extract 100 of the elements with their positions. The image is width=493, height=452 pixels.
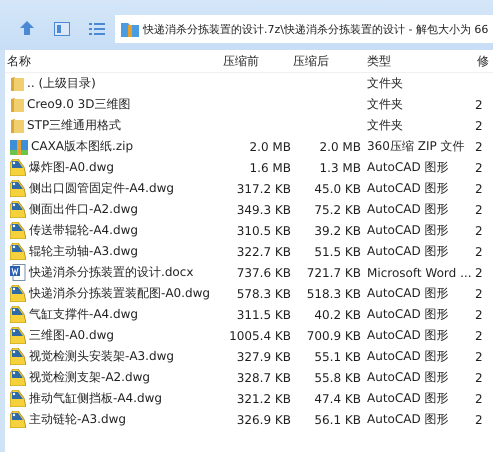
packed-size-cell: 51.5 KB (314, 244, 361, 258)
type-cell: AutoCAD 图形 (367, 244, 449, 258)
size-cell: 326.9 KB (236, 412, 291, 426)
modified-cell: 2 (475, 328, 483, 342)
size-cell: 311.5 KB (236, 308, 291, 322)
drawing-file-icon (10, 390, 26, 407)
file-name[interactable]: .. (上级目录) (27, 75, 96, 92)
type-cell: 360压缩 ZIP 文件 (367, 139, 465, 153)
drawing-file-icon (10, 159, 26, 176)
packed-size-cell: 55.8 KB (314, 370, 361, 384)
modified-cell: 2 (475, 412, 483, 426)
address-path: 快递消杀分拣装置的设计.7z\快递消杀分拣装置的设计 - 解包大小为 66 (143, 22, 488, 36)
file-name[interactable]: 三维图-A0.dwg (29, 327, 114, 344)
list-view-icon[interactable] (89, 22, 105, 36)
file-name[interactable]: 快递消杀分拣装置装配图-A0.dwg (29, 285, 210, 302)
file-name[interactable]: Creo9.0 3D三维图 (27, 96, 131, 113)
column-header[interactable]: 压缩前 (221, 52, 291, 70)
size-cell: 322.7 KB (236, 244, 291, 258)
packed-size-cell: 518.3 KB (306, 286, 361, 300)
type-cell: 文件夹 (367, 118, 403, 132)
modified-cell: 2 (475, 118, 483, 132)
file-name[interactable]: 视觉检测头安装架-A3.dwg (29, 348, 174, 365)
type-cell: 文件夹 (367, 76, 403, 90)
file-name[interactable]: 侧出口圆管固定件-A4.dwg (29, 180, 174, 197)
file-name[interactable]: STP三维通用格式 (27, 117, 122, 134)
modified-cell: 2 (475, 370, 483, 384)
packed-size-cell: 56.1 KB (314, 412, 361, 426)
type-cell: 文件夹 (367, 97, 403, 111)
folder-icon (10, 118, 24, 134)
packed-size-cell: 1.3 MB (320, 160, 361, 174)
size-cell: 737.6 KB (236, 266, 291, 280)
column-header[interactable]: 类型 (361, 52, 475, 70)
file-name[interactable]: 辊轮主动轴-A3.dwg (29, 243, 138, 260)
drawing-file-icon (10, 348, 26, 365)
file-name[interactable]: 气缸支撑件-A4.dwg (29, 306, 138, 323)
column-header[interactable]: 名称 (5, 52, 221, 70)
drawing-file-icon (10, 285, 26, 302)
size-cell: 310.5 KB (236, 224, 291, 238)
modified-cell: 2 (475, 182, 483, 196)
file-name[interactable]: 爆炸图-A0.dwg (29, 159, 114, 176)
modified-cell: 2 (475, 266, 483, 280)
type-cell: AutoCAD 图形 (367, 370, 449, 384)
modified-cell: 2 (475, 286, 483, 300)
modified-cell: 2 (475, 140, 483, 154)
modified-cell: 2 (475, 224, 483, 238)
drawing-file-icon (10, 222, 26, 239)
packed-size-cell: 700.9 KB (306, 328, 361, 342)
archive-icon (121, 21, 139, 37)
type-cell: AutoCAD 图形 (367, 391, 449, 405)
drawing-file-icon (10, 180, 26, 197)
type-cell: AutoCAD 图形 (367, 328, 449, 342)
packed-size-cell: 2.0 MB (320, 140, 361, 154)
modified-cell: 2 (475, 98, 483, 112)
drawing-file-icon (10, 201, 26, 218)
file-name[interactable]: 视觉检测支架-A2.dwg (29, 369, 150, 386)
drawing-file-icon (10, 411, 26, 428)
archive-icon (10, 138, 28, 154)
drawing-file-icon (10, 327, 26, 344)
file-name[interactable]: 传送带辊轮-A4.dwg (29, 222, 138, 239)
panel-view-icon[interactable] (54, 22, 70, 36)
column-header[interactable]: 压缩后 (291, 52, 361, 70)
drawing-file-icon (10, 306, 26, 323)
packed-size-cell: 45.0 KB (314, 182, 361, 196)
up-arrow-icon[interactable] (19, 20, 35, 36)
size-cell: 2.0 MB (250, 140, 291, 154)
type-cell: AutoCAD 图形 (367, 349, 449, 363)
address-bar[interactable]: 快递消杀分拣装置的设计.7z\快递消杀分拣装置的设计 - 解包大小为 66 (115, 15, 493, 43)
packed-size-cell: 55.1 KB (314, 350, 361, 364)
modified-cell: 2 (475, 392, 483, 406)
file-name[interactable]: 主动链轮-A3.dwg (29, 411, 126, 428)
type-cell: AutoCAD 图形 (367, 202, 449, 216)
column-header[interactable]: 修 (475, 52, 493, 70)
folder-icon (10, 96, 24, 112)
file-name[interactable]: 推动气缸侧挡板-A4.dwg (29, 390, 162, 407)
size-cell: 328.7 KB (236, 370, 291, 384)
folder-icon (10, 76, 24, 92)
word-document-icon (10, 264, 26, 281)
type-cell: AutoCAD 图形 (367, 223, 449, 237)
file-name[interactable]: 侧面出件口-A2.dwg (29, 201, 138, 218)
packed-size-cell: 75.2 KB (314, 202, 361, 216)
file-name[interactable]: 快递消杀分拣装置的设计.docx (29, 264, 194, 281)
type-cell: Microsoft Word ... (367, 266, 472, 280)
drawing-file-icon (10, 243, 26, 260)
type-cell: AutoCAD 图形 (367, 412, 449, 426)
modified-cell: 2 (475, 244, 483, 258)
size-cell: 1005.4 KB (229, 328, 291, 342)
modified-cell: 2 (475, 202, 483, 216)
modified-cell: 2 (475, 350, 483, 364)
size-cell: 578.3 KB (236, 286, 291, 300)
type-cell: AutoCAD 图形 (367, 307, 449, 321)
type-cell: AutoCAD 图形 (367, 181, 449, 195)
packed-size-cell: 47.4 KB (314, 392, 361, 406)
size-cell: 349.3 KB (236, 202, 291, 216)
size-cell: 1.6 MB (250, 160, 291, 174)
type-cell: AutoCAD 图形 (367, 286, 449, 300)
modified-cell: 2 (475, 160, 483, 174)
size-cell: 317.2 KB (236, 182, 291, 196)
size-cell: 321.2 KB (236, 392, 291, 406)
packed-size-cell: 721.7 KB (306, 266, 361, 280)
file-name[interactable]: CAXA版本图纸.zip (31, 138, 134, 155)
